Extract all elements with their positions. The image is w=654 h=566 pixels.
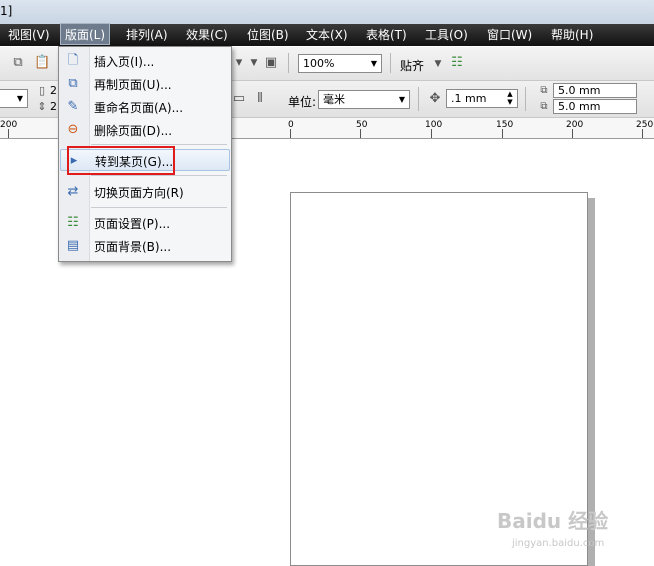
landscape-icon[interactable]: ▭: [231, 91, 247, 107]
zoom-level-value: 100%: [303, 57, 335, 70]
annotation-highlight-box: [67, 146, 175, 175]
menu-item-label: 页面背景(B)...: [94, 240, 172, 254]
menu-separator: [91, 144, 227, 145]
page-width-value[interactable]: 2: [50, 84, 57, 97]
menu-item-switch-orientation[interactable]: ⇄ 切换页面方向(R): [60, 181, 230, 203]
insert-page-icon: 🗋: [67, 53, 79, 68]
menu-item-label: 删除页面(D)...: [94, 124, 173, 138]
baidu-watermark: Baidu 经验: [497, 509, 609, 533]
menu-help[interactable]: 帮助(H): [547, 24, 597, 46]
snap-to-button[interactable]: 贴齐: [400, 57, 424, 74]
duplicate-page-icon: ⧉: [68, 76, 78, 91]
menu-item-label: 重命名页面(A)...: [94, 101, 184, 115]
menu-bitmaps[interactable]: 位图(B): [243, 24, 293, 46]
menu-item-label: 切换页面方向(R): [94, 186, 184, 200]
menu-item-label: 再制页面(U)...: [94, 78, 172, 92]
menu-effects[interactable]: 效果(C): [182, 24, 232, 46]
ruler-tick: [360, 129, 361, 138]
application-launcher-icon[interactable]: ▾: [231, 55, 247, 71]
ruler-tick: [8, 129, 9, 138]
units-value: 毫米: [323, 93, 345, 106]
page-background-icon: ▤: [66, 238, 80, 253]
window-titlebar: 1]: [0, 0, 654, 24]
menu-view[interactable]: 视图(V): [4, 24, 54, 46]
duplicate-x-value: 5.0 mm: [558, 84, 601, 97]
nudge-icon: ✥: [429, 91, 441, 106]
nudge-distance-value: .1 mm: [451, 92, 487, 105]
menu-item-delete-page[interactable]: ⊖ 删除页面(D)...: [60, 119, 230, 141]
menu-window[interactable]: 窗口(W): [483, 24, 536, 46]
page-width-icon: ▯: [38, 84, 46, 97]
all-pages-icon[interactable]: ⫴: [252, 91, 268, 107]
ruler-tick: [642, 129, 643, 138]
menu-item-page-background[interactable]: ▤ 页面背景(B)...: [60, 235, 230, 257]
toolbar-separator: [525, 87, 526, 111]
switch-orientation-icon: ⇄: [67, 184, 79, 199]
page-height-icon: ⇕: [37, 100, 47, 113]
ruler-tick: [572, 129, 573, 138]
menubar: 视图(V) 版面(L) 排列(A) 效果(C) 位图(B) 文本(X) 表格(T…: [0, 23, 654, 46]
toolbar-separator: [390, 53, 391, 73]
duplicate-y-field[interactable]: 5.0 mm: [553, 99, 637, 114]
toolbar-separator: [288, 53, 289, 73]
ruler-tick: [502, 129, 503, 138]
dropdown-arrow-icon[interactable]: ▼: [246, 55, 262, 71]
chevron-down-icon[interactable]: ▼: [430, 56, 446, 72]
menu-table[interactable]: 表格(T): [362, 24, 411, 46]
zoom-level-combo[interactable]: 100% ▼: [298, 54, 382, 73]
chevron-down-icon[interactable]: ▼: [13, 90, 27, 107]
ruler-label: 100: [425, 120, 443, 130]
paste-icon[interactable]: 📋: [34, 55, 50, 71]
nudge-distance-field[interactable]: .1 mm ▲ ▼: [446, 89, 518, 108]
menu-item-insert-page[interactable]: 🗋 插入页(I)...: [60, 50, 230, 72]
delete-page-icon: ⊖: [67, 122, 79, 137]
duplicate-x-icon: ⧉: [540, 85, 548, 96]
rename-page-icon: ✎: [67, 99, 79, 114]
ruler-label: 50: [356, 120, 368, 130]
baidu-watermark-url: jingyan.baidu.com: [512, 538, 605, 549]
chevron-down-icon[interactable]: ▼: [395, 91, 409, 108]
copy-icon[interactable]: ⧉: [10, 55, 26, 71]
menu-layout[interactable]: 版面(L): [60, 23, 111, 45]
units-label: 单位:: [288, 95, 317, 109]
ruler-label: 250: [636, 120, 654, 130]
paper-size-combo[interactable]: ▼: [0, 89, 28, 108]
menu-item-label: 页面设置(P)...: [94, 217, 171, 231]
menu-item-rename-page[interactable]: ✎ 重命名页面(A)...: [60, 96, 230, 118]
menu-tools[interactable]: 工具(O): [421, 24, 472, 46]
page-setup-icon: ☷: [67, 215, 79, 230]
duplicate-x-field[interactable]: 5.0 mm: [553, 83, 637, 98]
page-height-value[interactable]: 2: [50, 100, 57, 113]
options-icon[interactable]: ☷: [449, 55, 465, 71]
ruler-tick: [290, 129, 291, 138]
menu-text[interactable]: 文本(X): [302, 24, 352, 46]
toolbar-separator: [418, 87, 419, 111]
menu-arrange[interactable]: 排列(A): [122, 24, 172, 46]
chevron-down-icon[interactable]: ▼: [367, 55, 381, 72]
duplicate-y-value: 5.0 mm: [558, 100, 601, 113]
duplicate-y-icon: ⧉: [540, 101, 548, 112]
menu-item-duplicate-page[interactable]: ⧉ 再制页面(U)...: [60, 73, 230, 95]
ruler-tick: [431, 129, 432, 138]
ruler-label: 150: [496, 120, 514, 130]
ruler-label: 200: [566, 120, 584, 130]
menu-item-label: 插入页(I)...: [94, 55, 155, 69]
spin-arrows-icon[interactable]: ▲ ▼: [503, 90, 517, 107]
menu-item-page-setup[interactable]: ☷ 页面设置(P)...: [60, 212, 230, 234]
welcome-screen-icon[interactable]: ▣: [263, 55, 279, 71]
window-title: 1]: [0, 4, 13, 18]
menu-separator: [91, 207, 227, 208]
units-combo[interactable]: 毫米 ▼: [318, 90, 410, 109]
menu-separator: [91, 175, 227, 176]
